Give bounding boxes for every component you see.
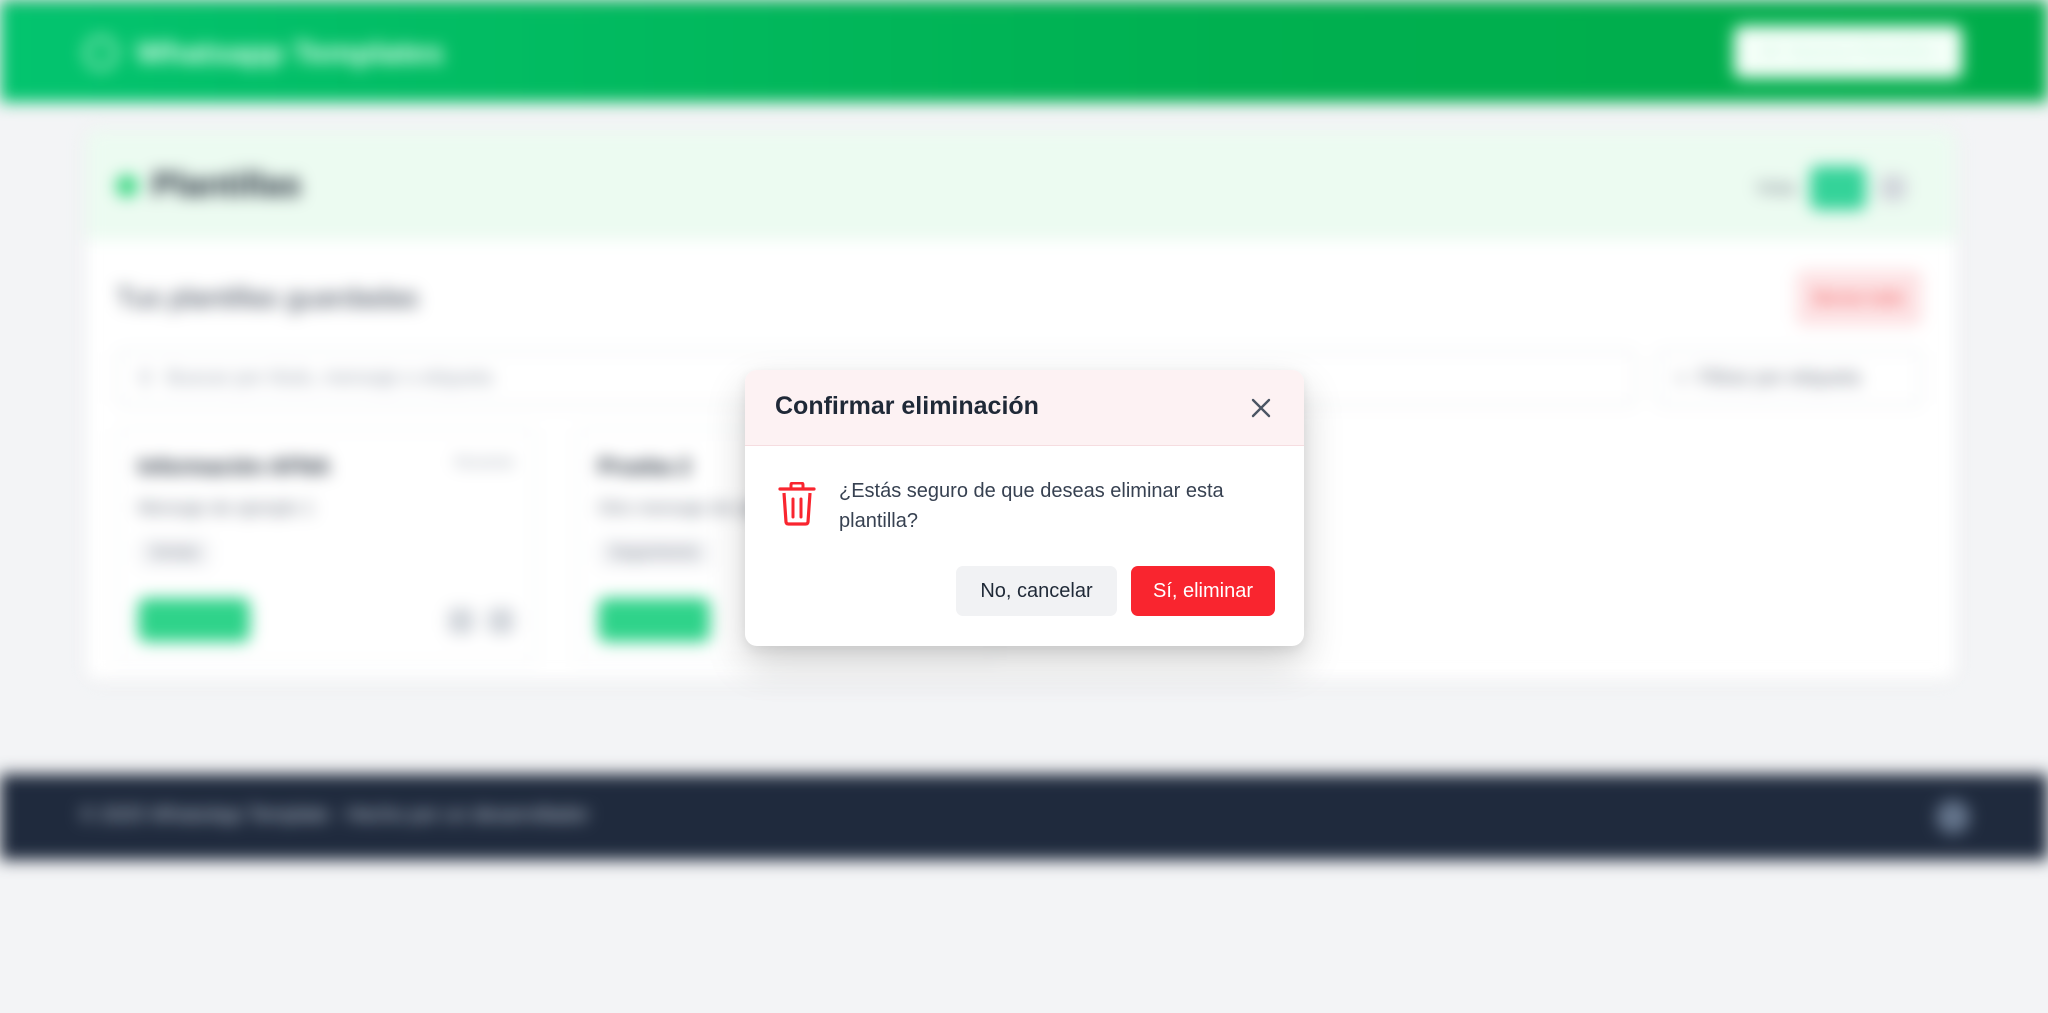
app-header: Whatsapp Templates + Nueva Plantilla (0, 0, 2048, 102)
use-template-button[interactable] (598, 598, 710, 642)
use-template-button[interactable] (138, 598, 250, 642)
github-icon[interactable] (1936, 800, 1970, 834)
app-title: Whatsapp Templates (136, 35, 444, 70)
grid-view-toggle[interactable] (1809, 166, 1866, 210)
search-icon: ⚲ (138, 367, 153, 390)
confirm-delete-button[interactable]: Sí, eliminar (1131, 566, 1275, 616)
plus-icon: + (1763, 38, 1778, 65)
template-date: Reciente (454, 454, 514, 471)
new-template-button[interactable]: + Nueva Plantilla (1734, 26, 1962, 78)
footer-text: © 2025 WhatsApp Template · Hecho por un … (80, 804, 590, 826)
delete-icon[interactable] (488, 608, 514, 634)
delete-all-button[interactable]: Borrar todo (1796, 270, 1922, 326)
template-name: Información AFNA (138, 454, 331, 479)
view-switch[interactable]: Vista (1756, 166, 1906, 210)
template-name: Prueba 2 (598, 454, 691, 479)
modal-header: Confirmar eliminación (745, 370, 1304, 446)
section-title: Plantillas (116, 166, 301, 205)
filter-icon: ▿ (1676, 367, 1687, 390)
cancel-button[interactable]: No, cancelar (956, 566, 1117, 616)
view-label: Vista (1756, 177, 1796, 198)
search-placeholder: Buscar por título, mensaje o etiqueta (166, 366, 493, 389)
template-tag: Ventas (138, 538, 211, 568)
new-template-label: Nueva Plantilla (1789, 40, 1933, 63)
close-icon[interactable] (1245, 392, 1277, 424)
template-description: Mensaje de ejemplo 1 (138, 498, 315, 518)
trash-icon (777, 481, 817, 526)
modal-title: Confirmar eliminación (775, 392, 1039, 420)
filter-label: Filtrar por etiqueta (1698, 366, 1861, 389)
template-tag: Seguimiento (598, 538, 711, 568)
section-title-text: Plantillas (152, 166, 302, 204)
templates-card-header: Plantillas Vista (86, 130, 1956, 240)
confirm-delete-modal: Confirmar eliminación ¿Estás seguro de q… (745, 370, 1304, 646)
modal-message: ¿Estás seguro de que deseas eliminar est… (839, 480, 1224, 532)
app-footer: © 2025 WhatsApp Template · Hecho por un … (0, 774, 2048, 860)
edit-icon[interactable] (448, 608, 474, 634)
brand: Whatsapp Templates (84, 32, 444, 74)
saved-templates-title: Tus plantillas guardadas (116, 282, 419, 313)
whatsapp-icon (84, 36, 118, 70)
templates-icon (116, 174, 138, 197)
template-card[interactable]: Información AFNA Reciente Mensaje de eje… (116, 428, 536, 664)
tag-filter-select[interactable]: ▿ Filtrar por etiqueta (1656, 350, 1922, 406)
list-view-toggle[interactable] (1879, 175, 1906, 201)
